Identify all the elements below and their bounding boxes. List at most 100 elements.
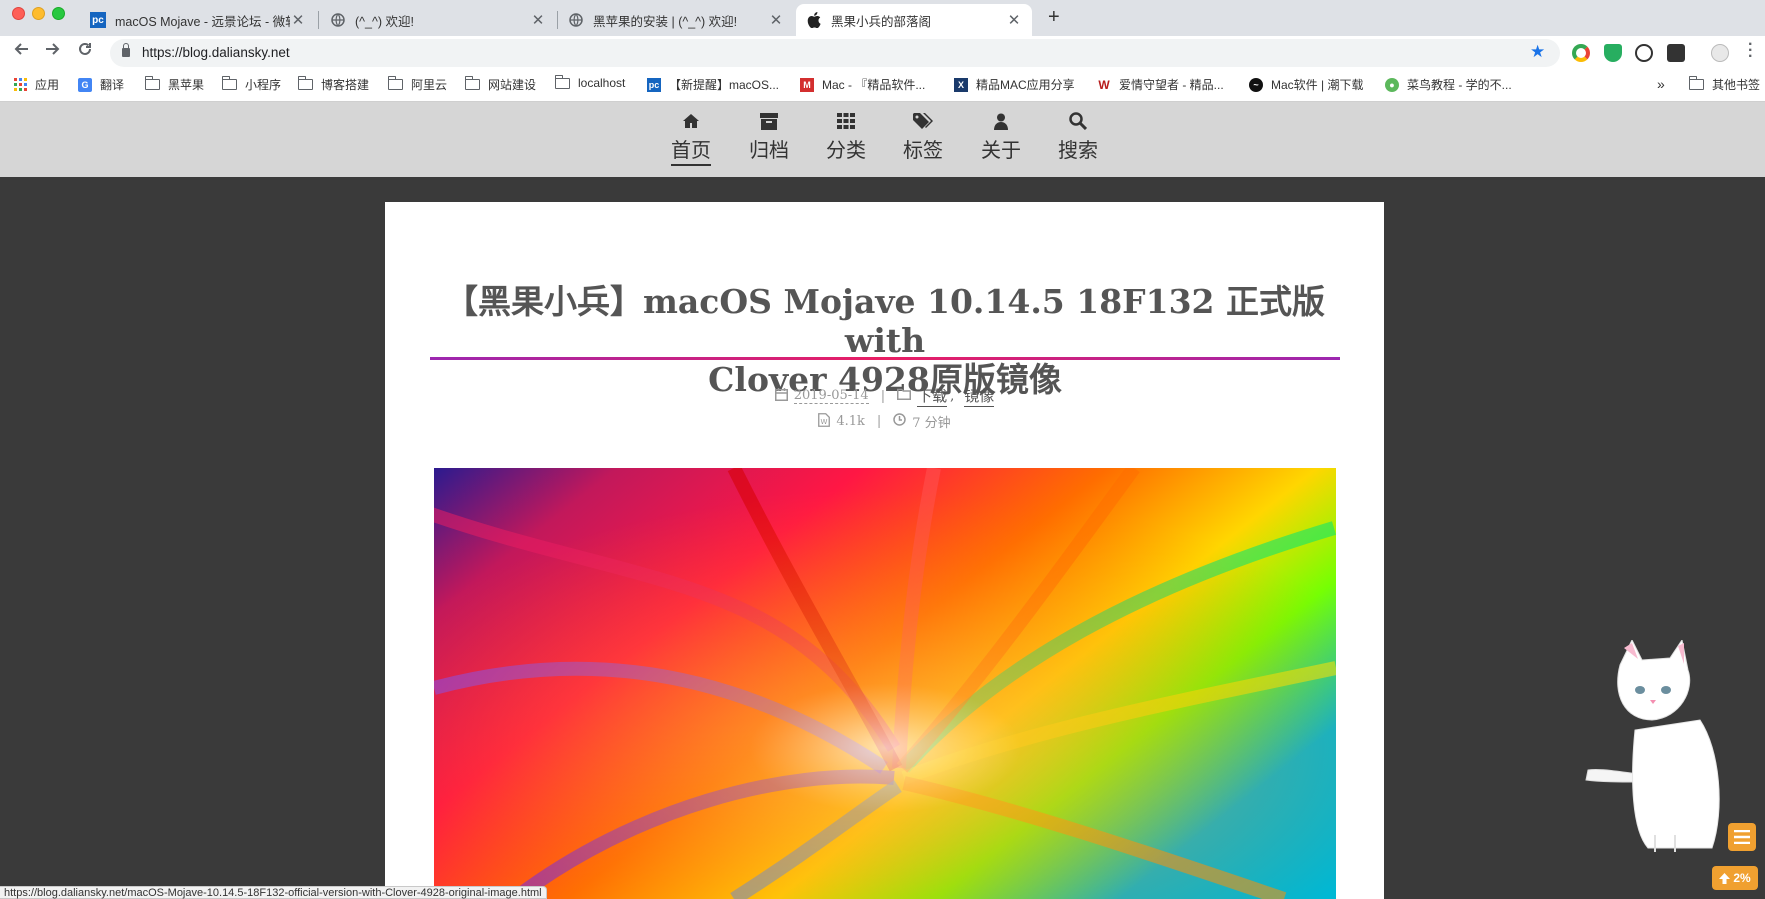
nav-search[interactable]: 搜索 — [1043, 108, 1113, 163]
bookmark-label: Mac软件 | 潮下载 — [1271, 78, 1364, 92]
sidebar-toggle-button[interactable] — [1728, 823, 1756, 851]
bookmark-runoob[interactable]: ● 菜鸟教程 - 学的不... — [1385, 76, 1512, 93]
bookmark-folder-aliyun[interactable]: 阿里云 — [387, 76, 447, 93]
bookmark-folder-localhost[interactable]: localhost — [554, 74, 626, 90]
tab-title: macOS Mojave - 远景论坛 - 微软 — [115, 14, 290, 29]
bookmark-folder-blog[interactable]: 博客搭建 — [297, 76, 370, 93]
folder-icon — [387, 76, 403, 90]
globe-icon — [568, 12, 584, 28]
bookmark-label: 精品MAC应用分享 — [976, 78, 1075, 92]
nav-label: 归档 — [749, 138, 789, 162]
bookmark-label: 黑苹果 — [168, 78, 205, 92]
post-meta-primary: 2019-05-14 | 下载 , 镜像 — [385, 385, 1384, 407]
fullscreen-window-button[interactable] — [52, 7, 65, 20]
bookmark-label: 小程序 — [245, 78, 282, 92]
pc-logo-icon: pc — [90, 12, 106, 28]
cat-mascot[interactable] — [1580, 638, 1730, 855]
new-tab-button[interactable]: + — [1048, 6, 1060, 29]
bookmark-label: 博客搭建 — [321, 78, 370, 92]
calendar-icon — [774, 387, 788, 405]
back-to-top-button[interactable]: 2% — [1712, 866, 1758, 890]
post-meta-secondary: W 4.1k | 7 分钟 — [385, 412, 1384, 431]
address-bar[interactable]: https://blog.daliansky.net ★ — [110, 39, 1560, 67]
bookmark-folder-website[interactable]: 网站建设 — [464, 76, 536, 93]
close-window-button[interactable] — [12, 7, 25, 20]
bookmark-folder-hackintosh[interactable]: 黑苹果 — [144, 76, 205, 93]
bookmark-label: 【新提醒】macOS... — [669, 78, 780, 92]
folder-icon — [144, 76, 160, 90]
close-tab-icon[interactable]: ✕ — [768, 11, 784, 29]
mac-site-icon: M — [800, 77, 814, 92]
extension-shield-icon[interactable] — [1604, 44, 1622, 62]
nav-about[interactable]: 关于 — [966, 108, 1036, 163]
translate-icon: G — [78, 77, 92, 92]
bookmark-translate[interactable]: G 翻译 — [78, 76, 124, 93]
runoob-icon: ● — [1385, 77, 1399, 92]
nav-categories[interactable]: 分类 — [811, 108, 881, 163]
lock-icon[interactable] — [122, 43, 130, 57]
scroll-percent: 2% — [1733, 871, 1751, 885]
nav-label: 搜索 — [1058, 138, 1098, 162]
bookmark-star-icon[interactable]: ★ — [1530, 42, 1545, 62]
category-link[interactable]: 下载 — [917, 385, 948, 407]
word-count: 4.1k — [836, 414, 865, 429]
wave-icon: ~ — [1249, 77, 1263, 92]
nav-label: 关于 — [981, 138, 1021, 162]
profile-avatar[interactable] — [1711, 44, 1729, 62]
bookmarks-overflow-button[interactable]: » — [1657, 76, 1665, 92]
bookmark-mac-software[interactable]: M Mac - 『精品软件... — [800, 76, 925, 93]
svg-text:W: W — [821, 418, 828, 426]
extension-sync-icon[interactable] — [1635, 44, 1653, 62]
tab-strip: pc macOS Mojave - 远景论坛 - 微软 ✕ (^_^) 欢迎! … — [0, 0, 1765, 36]
browser-menu-icon[interactable]: · · · — [1748, 37, 1753, 65]
forward-button[interactable] — [41, 41, 65, 62]
meta-separator: | — [880, 388, 886, 404]
nav-label: 标签 — [903, 138, 943, 162]
folder-icon — [897, 388, 912, 404]
bookmark-label: 爱情守望者 - 精品... — [1119, 78, 1224, 92]
bookmark-label: localhost — [578, 76, 626, 90]
clock-icon — [893, 413, 907, 430]
grid-icon — [811, 108, 881, 134]
browser-toolbar: https://blog.daliansky.net ★ — [0, 36, 1765, 70]
folder-icon — [464, 76, 480, 90]
extension-chrome-icon[interactable] — [1572, 44, 1590, 62]
post-date[interactable]: 2019-05-14 — [793, 388, 869, 404]
folder-icon — [554, 74, 570, 89]
bookmark-mac-apps-share[interactable]: X 精品MAC应用分享 — [954, 76, 1075, 93]
close-tab-icon[interactable]: ✕ — [290, 11, 306, 29]
site-nav: 首页 归档 分类 标签 关于 搜索 — [0, 102, 1765, 177]
tab-welcome[interactable]: (^_^) 欢迎! ✕ — [320, 4, 556, 36]
bookmark-chaoxiazai[interactable]: ~ Mac软件 | 潮下载 — [1249, 76, 1363, 93]
extension-box-icon[interactable] — [1667, 44, 1685, 62]
nav-home[interactable]: 首页 — [656, 108, 726, 166]
close-tab-icon[interactable]: ✕ — [530, 11, 546, 29]
category-link[interactable]: 镜像 — [964, 385, 995, 407]
pc-logo-icon: pc — [647, 77, 661, 92]
nav-tags[interactable]: 标签 — [888, 108, 958, 163]
tab-hackintosh-install[interactable]: 黑苹果的安装 | (^_^) 欢迎! ✕ — [558, 4, 794, 36]
close-tab-icon[interactable]: ✕ — [1006, 11, 1022, 29]
bookmarks-bar: 应用 G 翻译 黑苹果 小程序 博客搭建 阿里云 网站建设 localhost … — [0, 70, 1765, 102]
category-separator: , — [950, 388, 955, 404]
bookmark-love-guardian[interactable]: W 爱情守望者 - 精品... — [1097, 76, 1224, 93]
tab-daliansky-blog[interactable]: 黑果小兵的部落阁 ✕ — [796, 4, 1032, 36]
nav-archive[interactable]: 归档 — [734, 108, 804, 163]
url-text[interactable]: https://blog.daliansky.net — [142, 45, 290, 60]
hero-image — [434, 468, 1336, 899]
bookmark-label: 菜鸟教程 - 学的不... — [1407, 78, 1512, 92]
globe-icon — [330, 12, 346, 28]
nav-label: 首页 — [671, 138, 711, 166]
minimize-window-button[interactable] — [32, 7, 45, 20]
post-title[interactable]: 【黑果小兵】macOS Mojave 10.14.5 18F132 正式版 wi… — [430, 282, 1340, 399]
reload-button[interactable] — [73, 41, 97, 62]
search-icon — [1043, 108, 1113, 134]
bookmark-label: Mac - 『精品软件... — [822, 78, 926, 92]
other-bookmarks-folder[interactable]: 其他书签 — [1688, 76, 1761, 93]
bookmark-apps[interactable]: 应用 — [13, 76, 59, 93]
back-button[interactable] — [9, 41, 33, 62]
tab-macos-mojave[interactable]: pc macOS Mojave - 远景论坛 - 微软 ✕ — [80, 4, 316, 36]
bookmark-label: 其他书签 — [1712, 78, 1761, 92]
bookmark-folder-miniprogram[interactable]: 小程序 — [221, 76, 282, 93]
bookmark-pcbeta-macos[interactable]: pc 【新提醒】macOS... — [647, 76, 779, 93]
